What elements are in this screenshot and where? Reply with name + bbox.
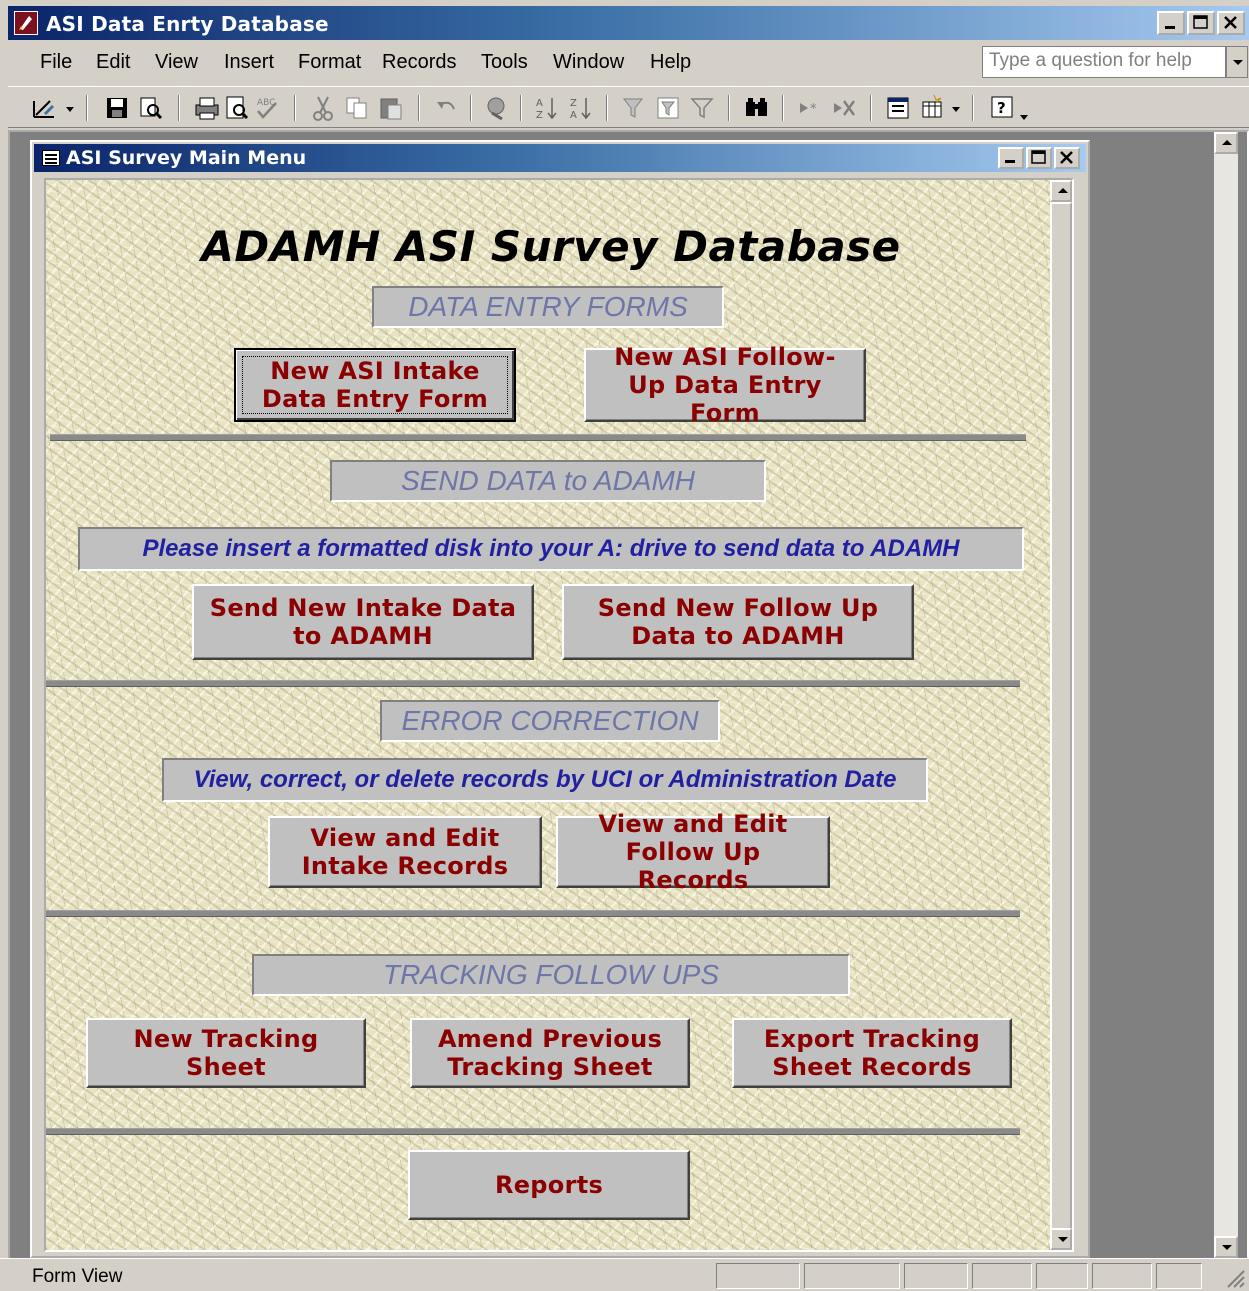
new-followup-form-button[interactable]: New ASI Follow-Up Data Entry Form	[584, 343, 866, 427]
app-window: ASI Data Enrty Database File Edit View I…	[8, 6, 1249, 1291]
status-pane	[1156, 1263, 1202, 1289]
section-label-error-correction: ERROR CORRECTION	[380, 700, 720, 742]
help-question-input[interactable]: Type a question for help	[982, 46, 1226, 78]
save-icon[interactable]	[102, 93, 132, 123]
print-preview-icon[interactable]	[222, 93, 252, 123]
section-label-send-data: SEND DATA to ADAMH	[330, 460, 766, 502]
new-intake-form-button[interactable]: New ASI Intake Data Entry Form	[234, 348, 516, 422]
app-titlebar[interactable]: ASI Data Enrty Database	[8, 6, 1249, 40]
cut-icon[interactable]	[308, 93, 338, 123]
form-vertical-scrollbar[interactable]	[1050, 180, 1072, 1250]
paste-icon[interactable]	[376, 93, 406, 123]
amend-tracking-sheet-button[interactable]: Amend Previous Tracking Sheet	[410, 1018, 690, 1088]
toolbar-options-icon[interactable]	[1018, 93, 1032, 123]
menu-insert[interactable]: Insert	[224, 51, 274, 74]
resize-grip-icon[interactable]	[1224, 1267, 1246, 1289]
svg-text:Z: Z	[570, 98, 577, 109]
child-titlebar[interactable]: ASI Survey Main Menu	[34, 144, 1086, 172]
export-tracking-records-button[interactable]: Export Tracking Sheet Records	[732, 1018, 1012, 1088]
status-pane	[904, 1263, 968, 1289]
child-close-button[interactable]	[1054, 147, 1080, 169]
menu-records[interactable]: Records	[382, 51, 456, 74]
find-binoculars-icon[interactable]	[742, 93, 772, 123]
menu-view[interactable]: View	[155, 51, 198, 74]
toolbar: ABC AZ ZA * ?	[8, 86, 1249, 128]
svg-text:?: ?	[997, 99, 1006, 117]
menu-window[interactable]: Window	[553, 51, 624, 74]
database-window-icon[interactable]	[918, 93, 948, 123]
minimize-button[interactable]	[1157, 11, 1185, 35]
status-pane	[716, 1263, 800, 1289]
menu-edit[interactable]: Edit	[96, 51, 130, 74]
section-divider	[46, 910, 1020, 917]
form-detail-area: ADAMH ASI Survey Database DATA ENTRY FOR…	[44, 178, 1074, 1252]
section-label-tracking: TRACKING FOLLOW UPS	[252, 954, 850, 996]
app-title: ASI Data Enrty Database	[46, 12, 329, 36]
properties-icon[interactable]	[884, 93, 914, 123]
child-window-title: ASI Survey Main Menu	[66, 147, 307, 169]
apply-filter-icon[interactable]	[688, 93, 718, 123]
view-dropdown-icon[interactable]	[64, 93, 76, 123]
spelling-icon[interactable]: ABC	[252, 93, 282, 123]
form-scroll-down-arrow-icon[interactable]	[1050, 1228, 1072, 1250]
error-correction-instruction: View, correct, or delete records by UCI …	[162, 758, 928, 802]
svg-text:*: *	[810, 102, 817, 117]
help-icon[interactable]: ?	[988, 93, 1018, 123]
new-tracking-sheet-button[interactable]: New Tracking Sheet	[86, 1018, 366, 1088]
reports-button[interactable]: Reports	[408, 1150, 690, 1220]
section-divider	[46, 680, 1020, 687]
child-form-window: ASI Survey Main Menu ADAMH ASI Survey Da…	[30, 140, 1090, 1258]
send-intake-data-button[interactable]: Send New Intake Data to ADAMH	[192, 584, 534, 660]
svg-text:A: A	[536, 98, 543, 109]
menu-help[interactable]: Help	[650, 51, 691, 74]
new-record-icon[interactable]: *	[796, 93, 826, 123]
print-icon[interactable]	[192, 93, 222, 123]
section-divider	[46, 1128, 1020, 1135]
form-main-title: ADAMH ASI Survey Database	[201, 222, 901, 271]
help-dropdown-button[interactable]	[1226, 46, 1248, 78]
view-edit-intake-button[interactable]: View and Edit Intake Records	[268, 816, 542, 888]
sort-descending-icon[interactable]: ZA	[566, 93, 596, 123]
copy-icon[interactable]	[342, 93, 372, 123]
status-pane	[1036, 1263, 1088, 1289]
scroll-down-arrow-icon[interactable]	[1214, 1236, 1238, 1258]
view-edit-followup-button[interactable]: View and Edit Follow Up Records	[556, 810, 830, 894]
form-scroll-up-arrow-icon[interactable]	[1050, 180, 1072, 202]
send-data-instruction: Please insert a formatted disk into your…	[78, 527, 1024, 571]
form-icon[interactable]	[42, 150, 60, 166]
section-label-data-entry: DATA ENTRY FORMS	[372, 286, 724, 328]
design-view-icon[interactable]	[30, 93, 60, 123]
menu-file[interactable]: File	[40, 51, 72, 74]
child-minimize-button[interactable]	[998, 147, 1024, 169]
status-bar: Form View	[0, 1258, 1249, 1291]
scroll-up-arrow-icon[interactable]	[1214, 132, 1238, 154]
status-pane	[972, 1263, 1032, 1289]
send-followup-data-button[interactable]: Send New Follow Up Data to ADAMH	[562, 584, 914, 660]
svg-text:Z: Z	[536, 110, 543, 121]
filter-by-form-icon[interactable]	[654, 93, 684, 123]
mdi-vertical-scrollbar[interactable]	[1214, 132, 1238, 1262]
svg-text:A: A	[570, 110, 577, 121]
close-button[interactable]	[1217, 11, 1245, 35]
access-app-icon[interactable]	[14, 11, 38, 35]
section-divider	[50, 434, 1026, 441]
sort-ascending-icon[interactable]: AZ	[532, 93, 562, 123]
search-file-icon[interactable]	[136, 93, 166, 123]
insert-hyperlink-icon[interactable]	[482, 93, 512, 123]
menu-tools[interactable]: Tools	[481, 51, 528, 74]
form-scroll-thumb[interactable]	[1050, 202, 1072, 1230]
filter-by-selection-icon[interactable]	[620, 93, 650, 123]
delete-record-icon[interactable]	[830, 93, 860, 123]
menu-format[interactable]: Format	[298, 51, 361, 74]
new-object-dropdown-icon[interactable]	[950, 93, 964, 123]
status-pane	[1092, 1263, 1152, 1289]
restore-button[interactable]	[1187, 11, 1215, 35]
child-maximize-button[interactable]	[1026, 147, 1052, 169]
status-text: Form View	[32, 1266, 123, 1287]
undo-icon[interactable]	[432, 93, 462, 123]
status-pane	[804, 1263, 900, 1289]
focus-indicator	[242, 356, 508, 414]
